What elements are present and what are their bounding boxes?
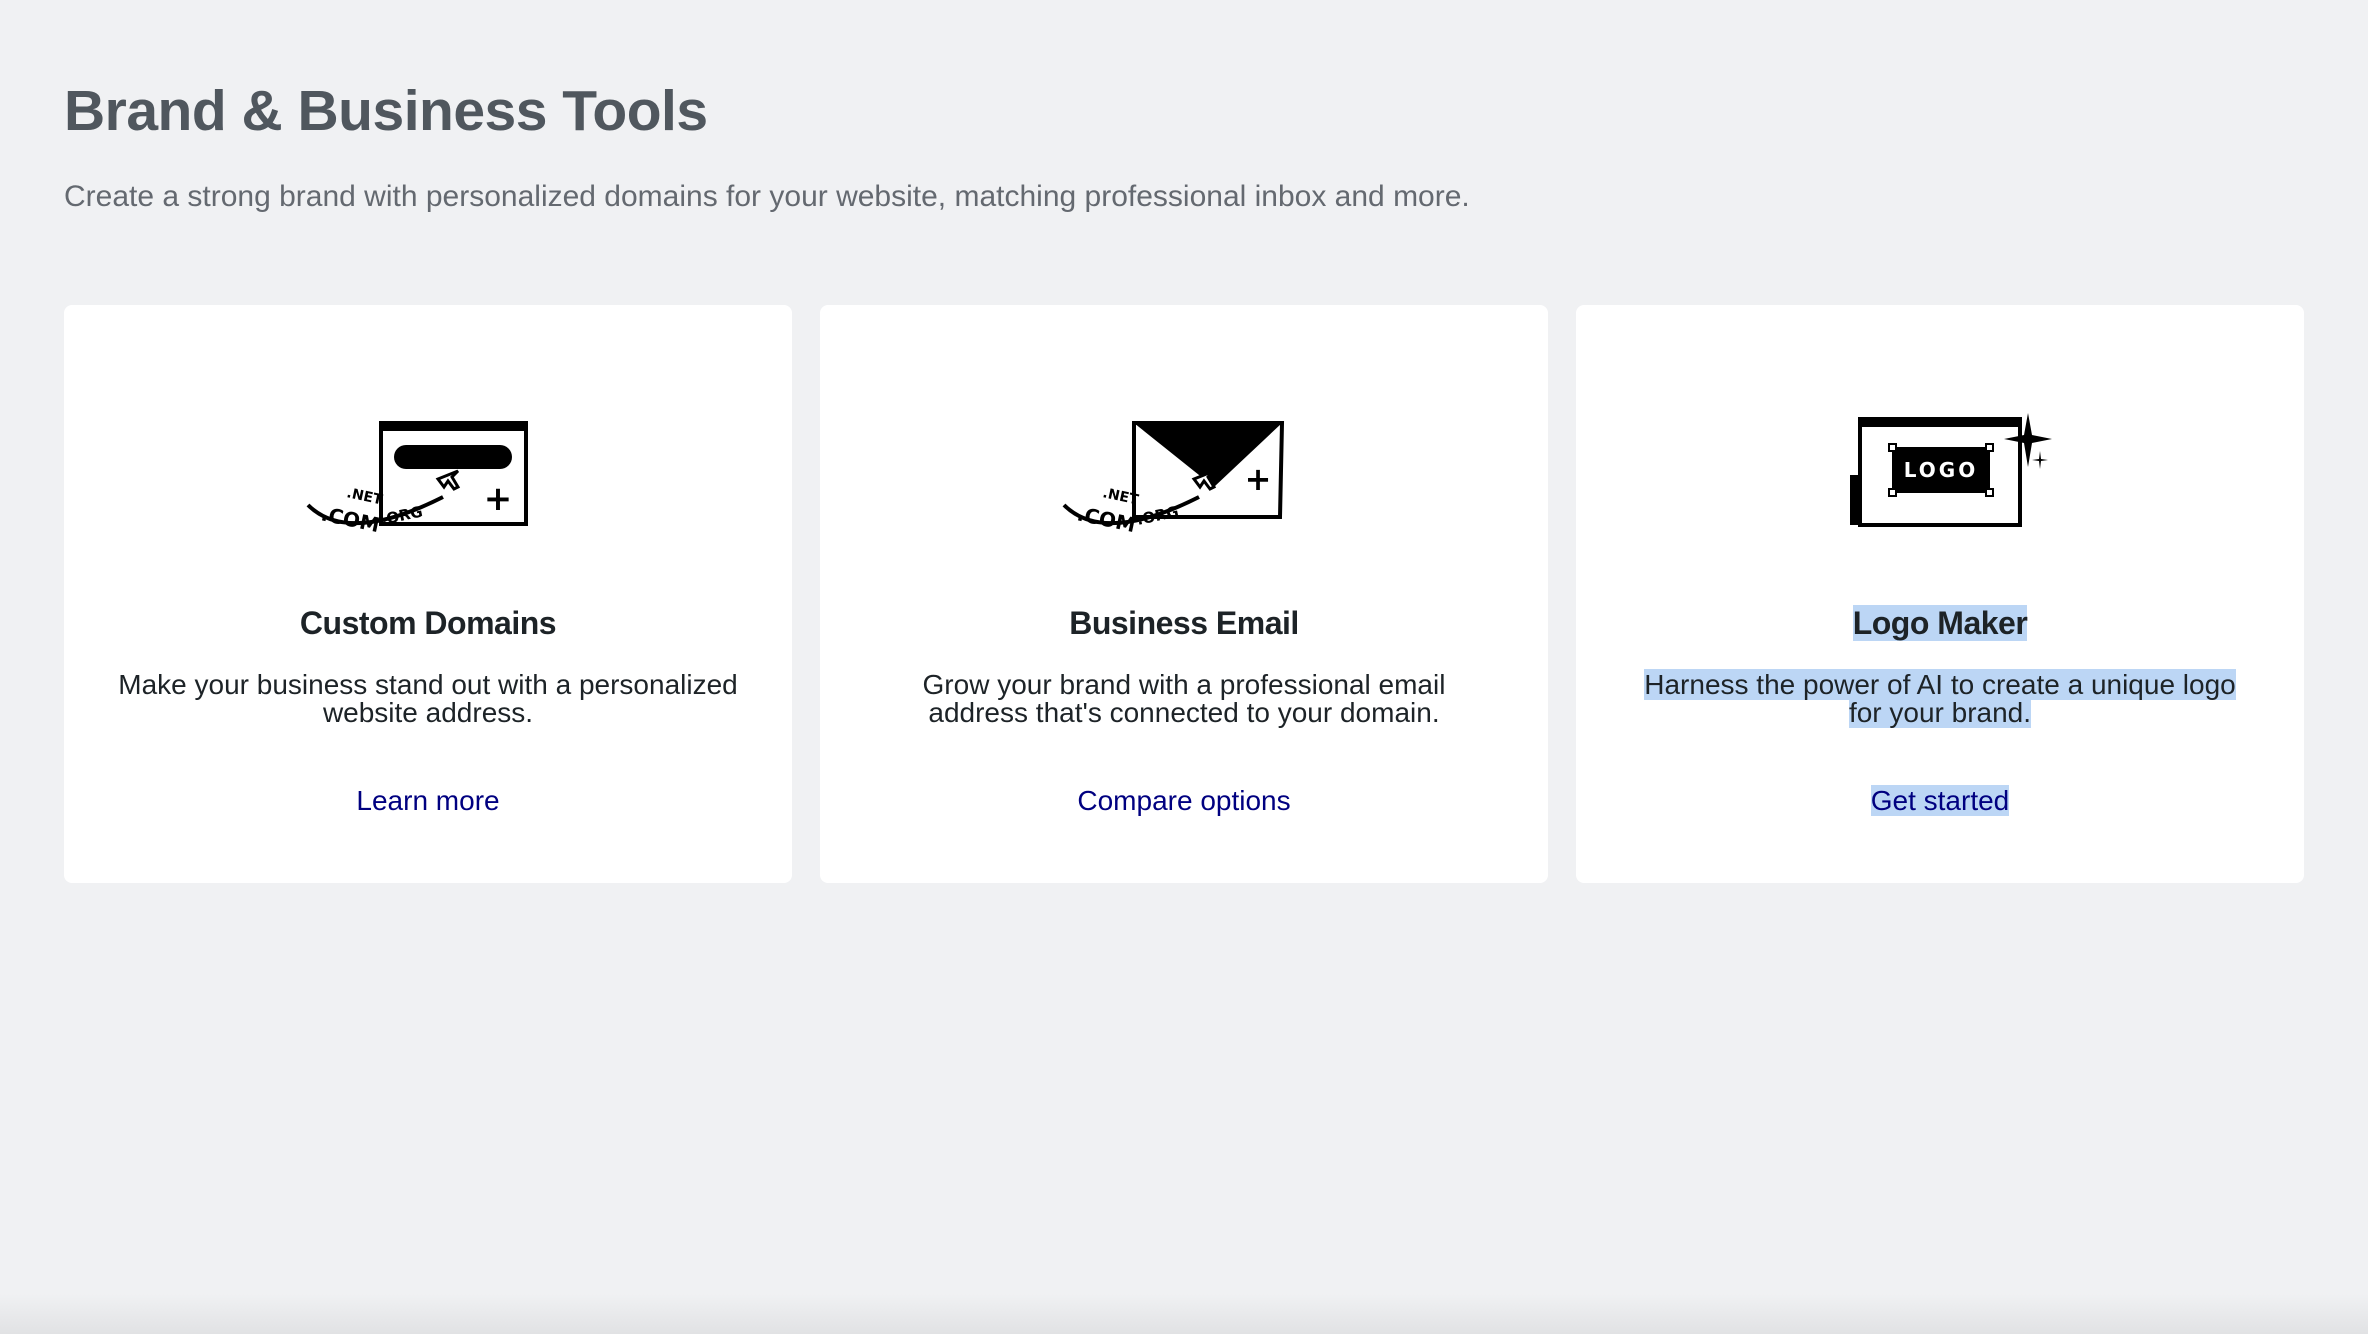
svg-text:+: +: [484, 479, 513, 519]
learn-more-link[interactable]: Learn more: [64, 785, 792, 817]
card-title: Business Email: [1069, 605, 1299, 641]
domain-browser-icon: + .COM .NET .ORG: [306, 421, 528, 537]
custom-domains-card: + .COM .NET .ORG Custom Domains Make you…: [64, 305, 792, 883]
card-description: Grow your brand with a professional emai…: [922, 669, 1446, 728]
logo-maker-icon: LOGO: [1850, 413, 2052, 527]
email-envelope-icon: + .COM .NET .ORG: [1062, 421, 1285, 537]
compare-options-link[interactable]: Compare options: [820, 785, 1548, 817]
page-title: Brand & Business Tools: [64, 79, 708, 143]
card-title: Custom Domains: [299, 605, 557, 641]
card-description-text: Harness the power of AI to create a uniq…: [1644, 669, 2236, 728]
svg-text:.NET: .NET: [345, 485, 384, 508]
svg-text:LOGO: LOGO: [1904, 458, 1978, 482]
get-started-link-text[interactable]: Get started: [1870, 785, 2010, 816]
svg-text:.COM: .COM: [319, 501, 382, 537]
card-title-text: Logo Maker: [1852, 605, 2028, 641]
card-description: Make your business stand out with a pers…: [118, 669, 738, 728]
svg-text:+: +: [1245, 460, 1272, 498]
page-subtitle: Create a strong brand with personalized …: [64, 180, 1470, 213]
get-started-link[interactable]: Get started: [1576, 785, 2304, 817]
logo-maker-card: LOGO Logo Maker Harness the power of AI …: [1576, 305, 2304, 883]
card-description: Harness the power of AI to create a uniq…: [1626, 669, 2254, 728]
bottom-shadow: [0, 1294, 2368, 1334]
business-email-card: + .COM .NET .ORG Business Email Grow you…: [820, 305, 1548, 883]
card-title: Logo Maker: [1576, 605, 2304, 642]
tools-card-list: + .COM .NET .ORG Custom Domains Make you…: [64, 305, 2304, 883]
svg-text:.COM: .COM: [1075, 501, 1138, 537]
